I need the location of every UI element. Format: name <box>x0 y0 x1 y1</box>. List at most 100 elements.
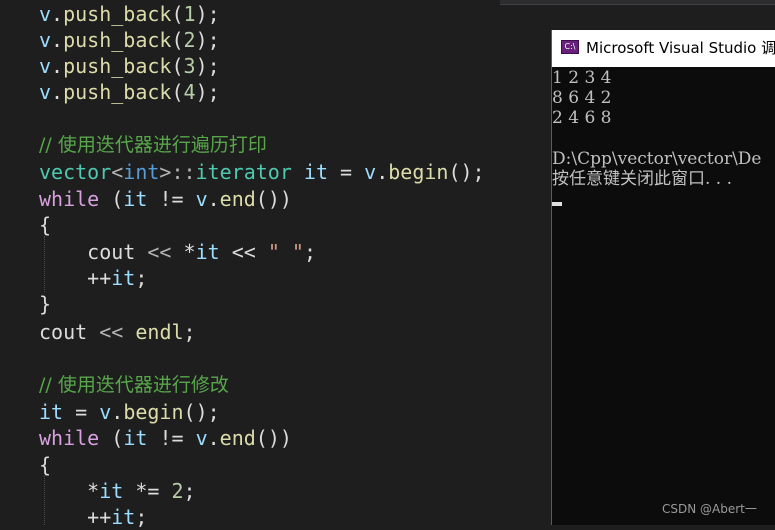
code-token: ; <box>183 479 196 503</box>
code-line-push-back-1: v.push_back(1); <box>39 1 220 27</box>
code-token: . <box>111 400 124 424</box>
code-token: it <box>195 240 220 264</box>
code-token: v <box>195 426 208 450</box>
code-token: * <box>39 479 100 503</box>
watermark: CSDN @Abert一 <box>662 502 757 516</box>
code-token: (); <box>183 400 220 424</box>
code-token: begin <box>388 160 449 184</box>
code-token: . <box>51 28 64 52</box>
code-token: cout <box>39 320 100 344</box>
debug-console-window[interactable]: C:\ Microsoft Visual Studio 调 1 2 3 4 8 … <box>551 30 775 525</box>
code-token: begin <box>123 400 184 424</box>
console-line: 2 4 6 8 <box>552 108 612 128</box>
code-line-push-back-2: v.push_back(2); <box>39 27 220 53</box>
code-token: ( <box>171 54 184 78</box>
code-line-assign: it = v.begin(); <box>39 399 220 425</box>
code-token: 2 <box>171 479 184 503</box>
code-token: . <box>207 187 220 211</box>
code-token: v <box>39 2 52 26</box>
code-token: . <box>51 54 64 78</box>
code-brace-open-2: { <box>39 453 52 477</box>
console-line: 按任意键关闭此窗口. . . <box>552 169 733 189</box>
code-token: 1 <box>183 2 196 26</box>
code-token: < <box>111 160 124 184</box>
code-line-iterator-decl: vector<int>::iterator it = v.begin(); <box>39 159 485 185</box>
code-line-push-back-4: v.push_back(4); <box>39 79 220 105</box>
code-token: ); <box>195 80 220 104</box>
code-token: << <box>147 240 172 264</box>
code-token: ( <box>99 426 124 450</box>
code-token: << <box>219 240 268 264</box>
code-line-increment: ++it; <box>39 265 147 291</box>
code-token: 2 <box>183 28 196 52</box>
code-token: push_back <box>63 54 172 78</box>
code-token: * <box>171 240 196 264</box>
code-token: it <box>111 266 136 290</box>
code-token: *= <box>123 479 172 503</box>
code-token: while <box>39 426 100 450</box>
code-token: it <box>39 400 64 424</box>
code-token: = <box>328 160 365 184</box>
code-line-multiply: *it *= 2; <box>39 478 196 504</box>
code-token: v <box>39 28 52 52</box>
code-token: ++ <box>87 266 112 290</box>
code-token: ( <box>171 2 184 26</box>
console-title-bar[interactable]: C:\ Microsoft Visual Studio 调 <box>552 30 775 67</box>
console-cursor <box>552 202 562 206</box>
code-comment-modify: // 使用迭代器进行修改 <box>39 374 229 396</box>
code-token: ); <box>195 54 220 78</box>
code-line-while-1: while (it != v.end()) <box>39 186 292 212</box>
console-app-icon: C:\ <box>561 40 579 54</box>
code-token: ; <box>303 240 316 264</box>
code-token: end <box>219 187 256 211</box>
code-token: v <box>39 54 52 78</box>
code-token: it <box>123 187 148 211</box>
code-token: endl <box>135 320 184 344</box>
code-token: end <box>219 426 256 450</box>
code-token: while <box>39 187 100 211</box>
code-token: v <box>39 80 52 104</box>
code-token: . <box>51 80 64 104</box>
code-token: 4 <box>183 80 196 104</box>
code-token: v <box>99 400 112 424</box>
code-token: 3 <box>183 54 196 78</box>
code-token: push_back <box>63 80 172 104</box>
code-token: iterator <box>195 160 292 184</box>
code-token: ); <box>195 28 220 52</box>
code-token: ; <box>135 505 148 529</box>
code-token: . <box>207 426 220 450</box>
code-token: ); <box>195 2 220 26</box>
code-token: cout <box>39 240 148 264</box>
code-token: int <box>123 160 160 184</box>
code-line-increment-2: ++it; <box>39 504 147 530</box>
code-line-push-back-3: v.push_back(3); <box>39 53 220 79</box>
code-token: = <box>63 400 100 424</box>
code-token: v <box>195 187 208 211</box>
code-token: it <box>123 426 148 450</box>
code-token: ( <box>171 80 184 104</box>
code-token: push_back <box>63 28 172 52</box>
code-token: . <box>376 160 389 184</box>
code-comment-traverse: // 使用迭代器进行遍历打印 <box>39 134 267 156</box>
code-line-cout: cout << *it << " "; <box>39 239 316 265</box>
code-brace-open: { <box>39 213 52 237</box>
code-token: ()) <box>255 426 292 450</box>
code-token: ++ <box>87 505 112 529</box>
code-token: ; <box>135 266 148 290</box>
code-brace-close: } <box>39 292 52 316</box>
code-editor[interactable]: v.push_back(1); v.push_back(2); v.push_b… <box>0 0 552 529</box>
code-token: << <box>99 320 124 344</box>
code-token: . <box>51 2 64 26</box>
code-token: it <box>99 479 124 503</box>
console-line: D:\Cpp\vector\vector\De <box>552 149 762 169</box>
console-title: Microsoft Visual Studio 调 <box>586 39 775 57</box>
code-token: " " <box>267 240 304 264</box>
code-token: != <box>147 426 196 450</box>
code-token: push_back <box>63 2 172 26</box>
code-token: ( <box>99 187 124 211</box>
code-token: (); <box>448 160 485 184</box>
console-line: 1 2 3 4 <box>552 68 612 88</box>
